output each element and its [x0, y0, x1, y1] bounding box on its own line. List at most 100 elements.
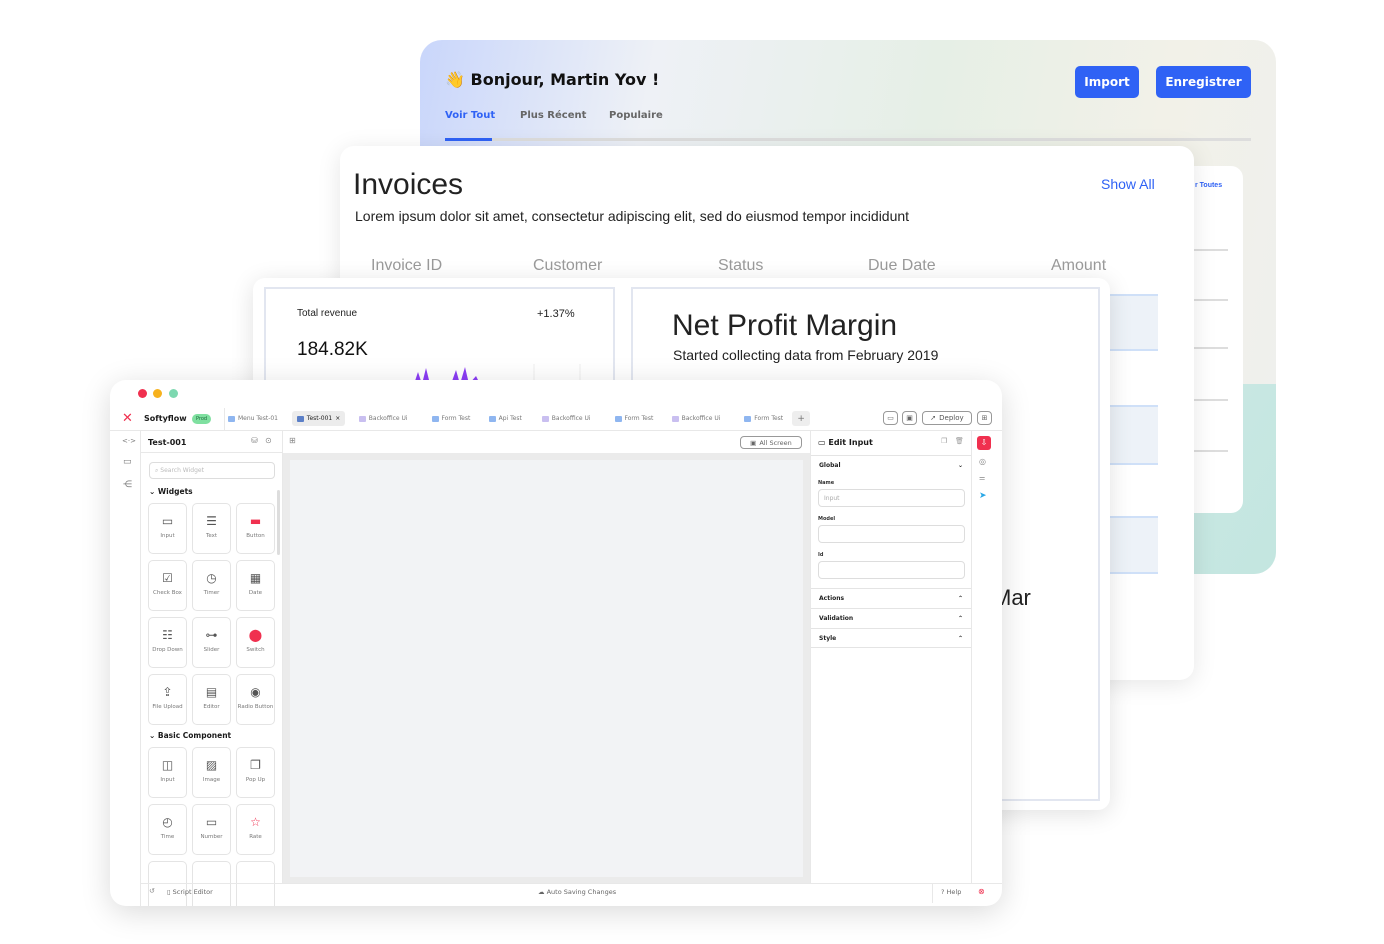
- widget-tile[interactable]: ◷ Timer: [192, 560, 231, 611]
- chevron-down-icon: ⌄: [957, 462, 963, 469]
- widget-tile[interactable]: ◉ Radio Button: [236, 674, 275, 725]
- code-icon[interactable]: <·>: [122, 437, 136, 445]
- section-global[interactable]: Global ⌄: [811, 455, 971, 475]
- file-icon: [744, 415, 752, 422]
- help-button[interactable]: ? Help: [941, 888, 961, 896]
- duplicate-icon[interactable]: ❐: [941, 437, 947, 445]
- widget-tile[interactable]: ▭ Number: [192, 804, 231, 855]
- widget-tile[interactable]: ☆ Rate: [236, 804, 275, 855]
- close-tab-icon[interactable]: ×: [335, 415, 340, 422]
- widget-tile[interactable]: ▨ Image: [192, 747, 231, 798]
- settings-icon[interactable]: ⊞: [977, 411, 992, 425]
- widget-icon: ⬤: [248, 628, 263, 642]
- section-style[interactable]: Style ⌃: [811, 628, 971, 648]
- invoices-subtitle: Lorem ipsum dolor sit amet, consectetur …: [355, 208, 910, 224]
- tab-plus-recent[interactable]: Plus Récent: [520, 110, 586, 121]
- eye-icon[interactable]: ◎: [979, 457, 986, 466]
- tab-label: Backoffice Ui: [551, 415, 591, 422]
- revenue-label: Total revenue: [297, 308, 358, 319]
- preview-icon[interactable]: ▭: [883, 411, 898, 425]
- revenue-value: 184.82K: [297, 339, 368, 360]
- revenue-change: +1.37%: [537, 308, 575, 320]
- widget-tile[interactable]: ▦ Date: [236, 560, 275, 611]
- all-screen-button[interactable]: ▣ All Screen: [740, 436, 802, 449]
- widget-icon: ☰: [206, 514, 217, 528]
- cursor-icon[interactable]: ➤: [979, 491, 987, 501]
- widget-tile[interactable]: ☷ Drop Down: [148, 617, 187, 668]
- widget-tile[interactable]: ◫ Input: [148, 747, 187, 798]
- maximize-window-button[interactable]: [169, 389, 178, 398]
- widget-tile[interactable]: ⇪ File Upload: [148, 674, 187, 725]
- section-actions[interactable]: Actions ⌃: [811, 588, 971, 608]
- chevron-down-icon[interactable]: ⊙: [265, 436, 272, 445]
- app-name: Softyflow: [144, 414, 187, 423]
- panel-title-text: Edit Input: [828, 438, 873, 447]
- tab-4[interactable]: Api Test: [484, 411, 527, 426]
- minimize-window-button[interactable]: [153, 389, 162, 398]
- chevron-up-icon: ⌃: [957, 634, 963, 642]
- properties-icon[interactable]: ⇩: [977, 436, 991, 450]
- import-button[interactable]: Import: [1075, 66, 1139, 98]
- tab-voir-tout[interactable]: Voir Tout: [445, 110, 495, 121]
- tab-1[interactable]: Test-001 ×: [291, 411, 346, 426]
- test-icon[interactable]: ▣: [902, 411, 917, 425]
- widgets-section-toggle[interactable]: ⌄ Widgets: [149, 487, 193, 496]
- col-customer[interactable]: Customer: [533, 257, 602, 275]
- widgets-grid: ▭ Input ☰ Text ▬ Button ☑ Check Box ◷ Timer ▦ Date ☷…: [148, 503, 275, 725]
- widget-tile[interactable]: ☰ Text: [192, 503, 231, 554]
- col-due-date[interactable]: Due Date: [868, 257, 936, 275]
- sliders-icon[interactable]: ⚌: [979, 474, 985, 482]
- model-input[interactable]: [818, 525, 965, 543]
- widget-tile[interactable]: ⬤ Switch: [236, 617, 275, 668]
- tab-0[interactable]: Menu Test-01: [223, 411, 283, 426]
- widget-tile[interactable]: ⊶ Slider: [192, 617, 231, 668]
- name-label: Name: [818, 480, 835, 486]
- tab-populaire[interactable]: Populaire: [609, 110, 663, 121]
- save-button[interactable]: Enregistrer: [1156, 66, 1251, 98]
- widget-tile[interactable]: ☑ Check Box: [148, 560, 187, 611]
- design-canvas[interactable]: [290, 460, 803, 877]
- basic-section-toggle[interactable]: ⌄ Basic Component: [149, 731, 231, 740]
- tab-2[interactable]: Backoffice Ui: [354, 411, 413, 426]
- widget-tile[interactable]: ◴ Time: [148, 804, 187, 855]
- show-all-link[interactable]: Show All: [1101, 176, 1155, 192]
- add-tab-button[interactable]: +: [792, 411, 810, 426]
- search-widget-input[interactable]: ⌕ Search Widget: [149, 462, 275, 479]
- see-all-link[interactable]: r Toutes: [1195, 182, 1222, 189]
- chevron-up-icon: ⌃: [957, 595, 963, 602]
- section-validation[interactable]: Validation ⌃: [811, 608, 971, 628]
- tab-7[interactable]: Backoffice Ui: [667, 411, 726, 426]
- add-component-icon[interactable]: ⊞: [289, 436, 296, 445]
- sidebar-scrollbar[interactable]: [277, 490, 280, 555]
- tab-label: Backoffice Ui: [681, 415, 721, 422]
- history-icon[interactable]: ↺: [149, 887, 155, 895]
- widget-label: Check Box: [153, 590, 182, 596]
- database-icon[interactable]: ⛁: [251, 436, 258, 445]
- widget-tile[interactable]: ❐ Pop Up: [236, 747, 275, 798]
- col-amount[interactable]: Amount: [1051, 257, 1106, 275]
- tab-3[interactable]: Form Test: [427, 411, 476, 426]
- close-icon[interactable]: ⊗: [978, 887, 985, 896]
- trash-icon[interactable]: 🗑: [955, 437, 964, 445]
- tab-6[interactable]: Form Test: [610, 411, 659, 426]
- script-editor-button[interactable]: ▯ Script Editor: [167, 888, 213, 896]
- widget-tile[interactable]: ▬ Button: [236, 503, 275, 554]
- deploy-button[interactable]: ➚ Deploy: [922, 411, 972, 425]
- share-icon[interactable]: ⋲: [123, 480, 132, 490]
- file-icon: [671, 415, 679, 422]
- widget-tile[interactable]: ▤ Editor: [192, 674, 231, 725]
- widget-label: Image: [202, 777, 221, 783]
- tab-5[interactable]: Backoffice Ui: [537, 411, 596, 426]
- monitor-icon[interactable]: ▭: [123, 457, 132, 467]
- name-input[interactable]: Input: [818, 489, 965, 507]
- tab-8[interactable]: Form Test: [739, 411, 788, 426]
- col-invoice-id[interactable]: Invoice ID: [371, 257, 442, 275]
- widget-tile[interactable]: ▭ Input: [148, 503, 187, 554]
- widget-label: Radio Button: [237, 704, 274, 710]
- widget-icon: ▦: [249, 571, 262, 585]
- col-status[interactable]: Status: [718, 257, 763, 275]
- widget-icon: ☷: [162, 628, 173, 642]
- close-window-button[interactable]: [138, 389, 147, 398]
- file-icon: [431, 415, 439, 422]
- id-input[interactable]: [818, 561, 965, 579]
